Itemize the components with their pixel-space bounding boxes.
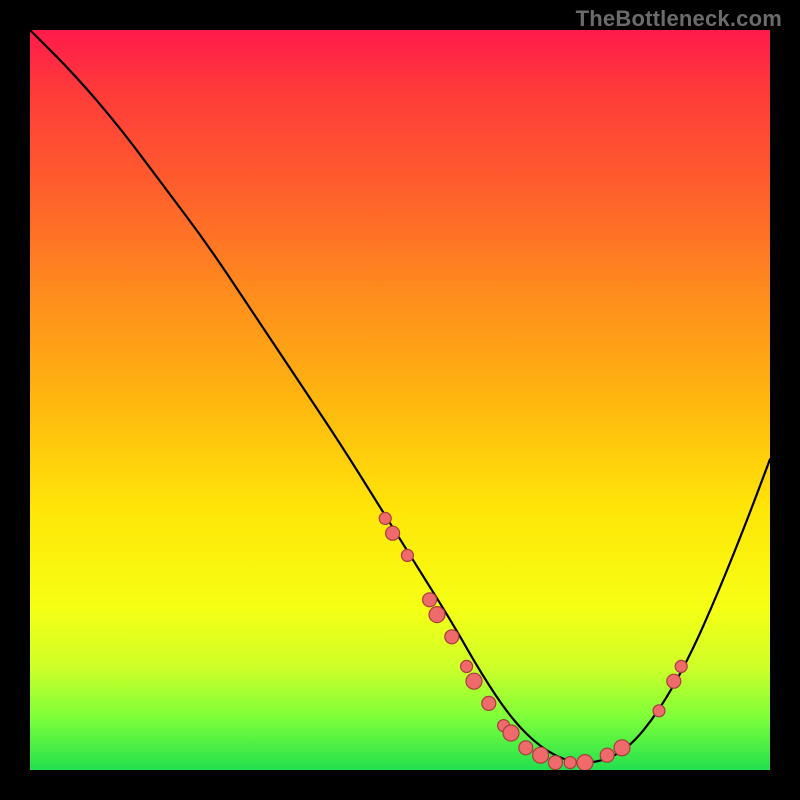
data-marker xyxy=(533,747,549,763)
plot-area xyxy=(30,30,770,770)
data-marker xyxy=(423,593,437,607)
data-marker xyxy=(379,512,391,524)
data-marker xyxy=(667,674,681,688)
data-marker xyxy=(614,740,630,756)
data-marker xyxy=(429,607,445,623)
watermark-label: TheBottleneck.com xyxy=(576,6,782,32)
data-marker xyxy=(564,757,576,769)
data-marker xyxy=(466,673,482,689)
data-marker xyxy=(519,741,533,755)
data-marker xyxy=(600,748,614,762)
bottleneck-curve xyxy=(30,30,770,763)
data-marker xyxy=(461,660,473,672)
data-marker xyxy=(653,705,665,717)
data-marker xyxy=(386,526,400,540)
chart-stage: TheBottleneck.com xyxy=(0,0,800,800)
data-marker xyxy=(675,660,687,672)
marker-layer xyxy=(379,512,687,770)
chart-svg xyxy=(30,30,770,770)
data-marker xyxy=(482,696,496,710)
data-marker xyxy=(577,755,593,770)
data-marker xyxy=(445,630,459,644)
data-marker xyxy=(548,756,562,770)
data-marker xyxy=(503,725,519,741)
data-marker xyxy=(401,549,413,561)
